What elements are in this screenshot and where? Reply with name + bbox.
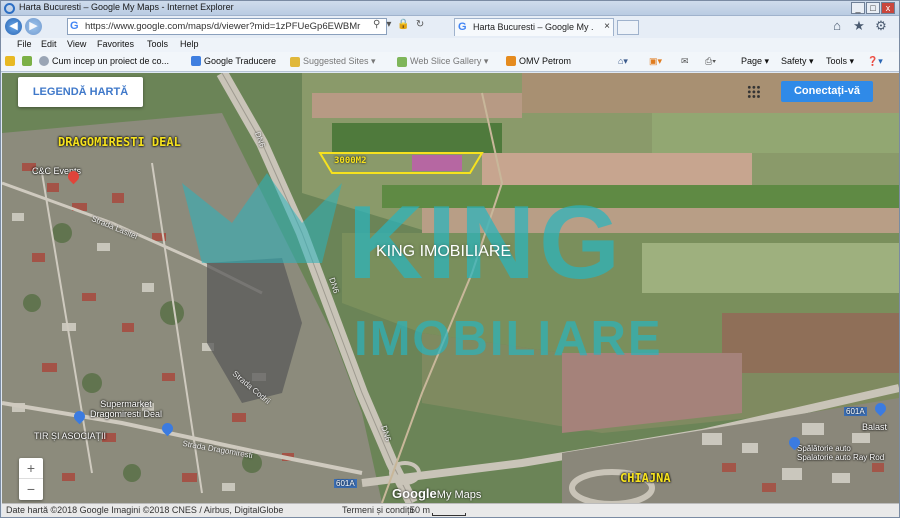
fav-web-slice-gallery[interactable]: Web Slice Gallery ▾ — [397, 56, 488, 67]
lock-icon[interactable]: 🔒 — [397, 19, 409, 30]
favorites-bar: Cum incep un proiect de co... Google Tra… — [1, 52, 899, 72]
watermark-imobiliare: IMOBILIARE — [354, 312, 663, 366]
tools-menu[interactable]: Tools ▾ — [826, 56, 854, 67]
home-icon[interactable]: ⌂ — [829, 18, 845, 34]
google-my-maps-logo: GoogleMy Maps — [392, 486, 482, 501]
map-data-attribution: Date hartă ©2018 Google Imagini ©2018 CN… — [6, 505, 284, 515]
poi-spalatorie: Spălătorie auto Spalatorie auto Ray Rod — [797, 444, 885, 462]
tab-label: Harta Bucuresti – Google My ... — [473, 22, 593, 32]
browser-window: Harta Bucuresti – Google My Maps - Inter… — [0, 0, 900, 518]
fav-google-traducere[interactable]: Google Traducere — [191, 56, 276, 66]
watermark-king-imobiliare: KING IMOBILIARE — [376, 243, 512, 260]
rss-icon[interactable]: ▣▾ — [649, 56, 662, 67]
page-menu[interactable]: Page ▾ — [741, 56, 769, 67]
favorites-star-icon[interactable]: ★ — [851, 18, 867, 34]
fav-omv-petrom[interactable]: OMV Petrom — [506, 56, 571, 66]
safety-menu[interactable]: Safety ▾ — [781, 56, 814, 67]
back-icon[interactable]: ◀ — [5, 18, 22, 35]
road-shield-601a: 601A — [844, 407, 867, 416]
apps-grid-icon[interactable] — [747, 85, 761, 99]
dropdown-icon[interactable]: ▾ — [386, 19, 391, 30]
map-attribution-bar: Date hartă ©2018 Google Imagini ©2018 CN… — [2, 503, 899, 517]
translate-icon — [191, 56, 201, 66]
zoom-control: + − — [19, 458, 43, 500]
place-label-dragomiresti: DRAGOMIRESTI DEAL — [58, 135, 181, 149]
menu-view[interactable]: View — [67, 39, 86, 49]
home-command-icon[interactable]: ⌂▾ — [618, 56, 628, 67]
page-icon — [39, 56, 49, 66]
scale-label: 50 m — [410, 505, 431, 515]
maximize-button[interactable]: □ — [866, 2, 880, 14]
sign-in-button[interactable]: Conectați-vă — [781, 81, 873, 102]
fav-cum-incep[interactable]: Cum incep un proiect de co... — [39, 56, 169, 66]
close-button[interactable]: x — [881, 2, 895, 14]
refresh-icon[interactable]: ↻ — [416, 19, 424, 30]
poi-balast: Balast — [862, 422, 888, 432]
poi-supermarket: Supermarket Dragomiresti Deal — [90, 399, 163, 419]
map-view[interactable]: LEGENDĂ HARTĂ Conectați-vă DRAGOMIRESTI … — [2, 73, 899, 503]
forward-icon[interactable]: ▶ — [25, 18, 42, 35]
suggested-sites-icon — [290, 56, 300, 67]
url-field[interactable]: https://www.google.com/maps/d/viewer?mid… — [85, 21, 375, 32]
road-shield-601a: 601A — [334, 479, 357, 488]
web-slice-icon — [397, 56, 407, 67]
address-row: ◀ ▶ G https://www.google.com/maps/d/view… — [1, 16, 899, 38]
add-favorite-icon[interactable] — [22, 56, 32, 66]
place-label-chiajna: CHIAJNA — [620, 471, 671, 485]
mail-icon[interactable]: ✉ — [681, 56, 689, 67]
omv-icon — [506, 56, 516, 66]
search-icon[interactable]: ⚲ — [373, 19, 380, 30]
tab-close-icon[interactable]: × — [604, 21, 610, 32]
minimize-button[interactable]: _ — [851, 2, 865, 14]
google-favicon-icon: G — [70, 20, 79, 32]
google-favicon-icon: G — [458, 21, 467, 33]
menu-file[interactable]: File — [17, 39, 32, 49]
poi-tir-asociatii: TIR ȘI ASOCIAȚII — [34, 431, 107, 441]
menu-help[interactable]: Help — [180, 39, 199, 49]
menu-tools[interactable]: Tools — [147, 39, 168, 49]
address-bar[interactable]: G https://www.google.com/maps/d/viewer?m… — [67, 18, 387, 35]
tab-harta-bucuresti[interactable]: G Harta Bucuresti – Google My ... × — [454, 18, 614, 36]
terms-link[interactable]: Termeni și condiții — [342, 505, 414, 515]
favorites-star-icon[interactable] — [5, 56, 15, 66]
title-bar: Harta Bucuresti – Google My Maps - Inter… — [1, 1, 899, 16]
menu-bar: File Edit View Favorites Tools Help — [1, 38, 899, 52]
window-controls: _ □ x — [851, 2, 895, 14]
fav-suggested-sites[interactable]: Suggested Sites ▾ — [290, 56, 376, 67]
scale-bar — [432, 513, 466, 516]
settings-gear-icon[interactable]: ⚙ — [873, 18, 889, 34]
zoom-out-button[interactable]: − — [19, 479, 43, 500]
print-icon[interactable]: ⎙▾ — [705, 56, 716, 67]
ie-logo-icon — [4, 3, 15, 14]
menu-edit[interactable]: Edit — [41, 39, 57, 49]
menu-favorites[interactable]: Favorites — [97, 39, 134, 49]
help-icon[interactable]: ❓▾ — [867, 56, 883, 67]
zoom-in-button[interactable]: + — [19, 458, 43, 479]
address-controls: ⚲ ▾ 🔒 ↻ — [373, 19, 424, 30]
map-legend-button[interactable]: LEGENDĂ HARTĂ — [18, 77, 143, 107]
parcel-area-label: 3000M2 — [334, 156, 367, 166]
window-title: Harta Bucuresti – Google My Maps - Inter… — [19, 2, 234, 12]
new-tab-button[interactable] — [617, 20, 639, 35]
